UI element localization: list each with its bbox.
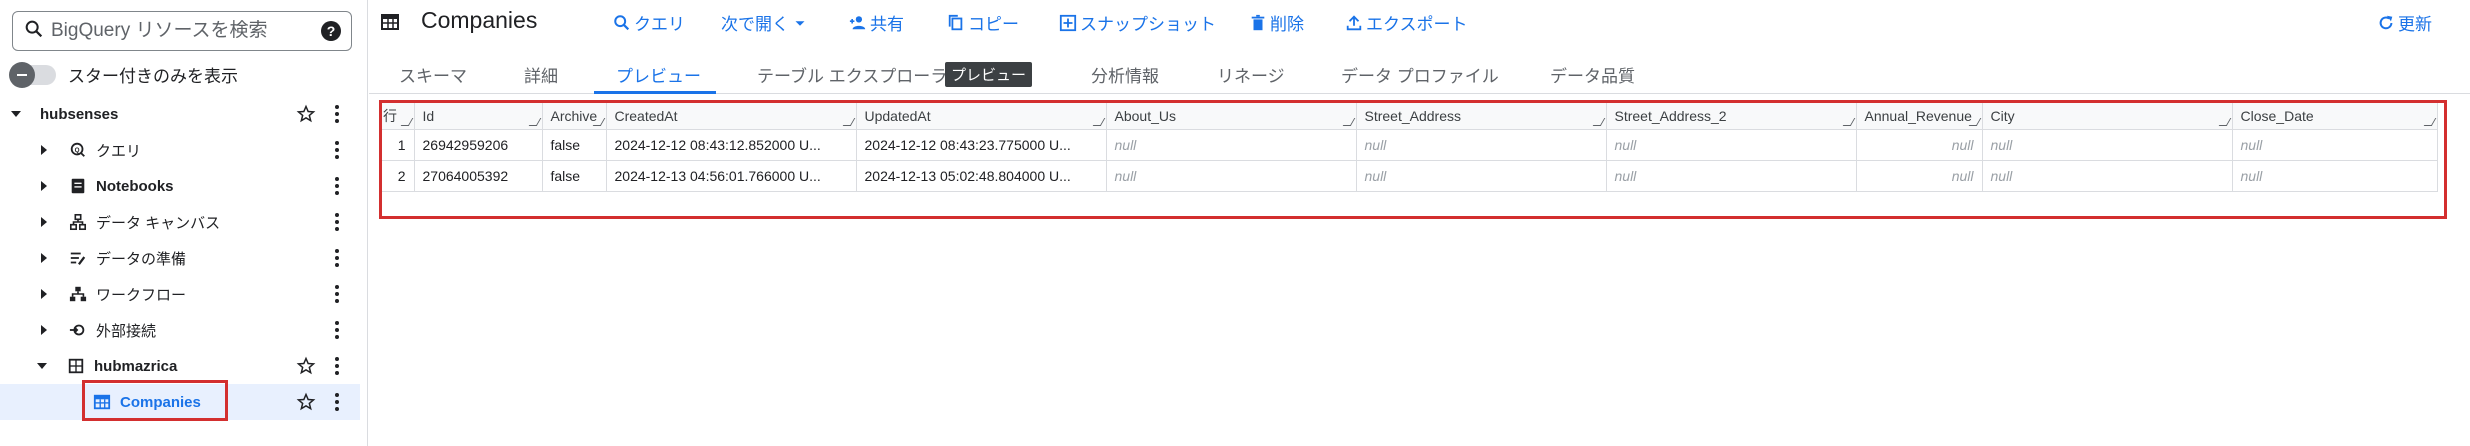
tab-insights[interactable]: 分析情報 — [1091, 62, 1159, 87]
expand-down-icon[interactable] — [10, 108, 22, 120]
tab-data-profile[interactable]: データ プロファイル — [1341, 62, 1499, 87]
tab-lineage[interactable]: リネージ — [1217, 62, 1285, 87]
dataset-icon — [66, 356, 86, 376]
tree-item-label: データの準備 — [96, 250, 187, 268]
tree-item-label: データ キャンバス — [96, 214, 221, 232]
highlight-box-table — [82, 380, 228, 421]
refresh-button[interactable]: 更新 — [2377, 10, 2432, 35]
trash-icon — [1251, 14, 1265, 30]
snapshot-label: スナップショット — [1080, 15, 1216, 34]
tab-schema[interactable]: スキーマ — [399, 62, 467, 87]
tree-item-notebooks[interactable]: Notebooks — [0, 168, 360, 204]
more-options-icon[interactable] — [332, 284, 342, 304]
external-connection-icon — [68, 320, 88, 340]
search-input[interactable] — [51, 20, 321, 42]
delete-button[interactable]: 削除 — [1249, 10, 1304, 35]
tree-item-workflows[interactable]: ワークフロー — [0, 276, 360, 312]
copy-icon — [948, 14, 963, 30]
tab-table-explorer[interactable]: テーブル エクスプローラ — [757, 62, 947, 87]
more-options-icon[interactable] — [332, 176, 342, 196]
starred-only-label: スター付きのみを表示 — [68, 67, 238, 86]
star-icon[interactable] — [296, 392, 316, 412]
tab-details[interactable]: 詳細 — [524, 62, 558, 87]
share-button[interactable]: 共有 — [849, 10, 904, 35]
more-options-icon[interactable] — [332, 212, 342, 232]
delete-label: 削除 — [1270, 15, 1304, 34]
tree-item-project[interactable]: hubsenses — [0, 96, 360, 132]
tree-item-label: ワークフロー — [96, 286, 187, 304]
tree-item-data-canvas[interactable]: データ キャンバス — [0, 204, 360, 240]
tree-item-external-connections[interactable]: 外部接続 — [0, 312, 360, 348]
export-label: エクスポート — [1366, 15, 1468, 34]
expand-right-icon[interactable] — [38, 180, 50, 192]
more-options-icon[interactable] — [332, 248, 342, 268]
expand-right-icon[interactable] — [38, 252, 50, 264]
snapshot-button[interactable]: スナップショット — [1059, 10, 1216, 35]
table-icon — [381, 14, 399, 30]
dropdown-arrow-icon — [795, 20, 805, 26]
open-with-label: 次で開く — [721, 15, 789, 34]
copy-button[interactable]: コピー — [947, 10, 1019, 35]
expand-right-icon[interactable] — [38, 216, 50, 228]
page-title: Companies — [421, 7, 538, 33]
tree-item-queries[interactable]: Q クエリ — [0, 132, 360, 168]
more-options-icon[interactable] — [332, 392, 342, 412]
main-panel: Companies クエリ 次で開く 共有 コピー スナップショット 削除 エク… — [369, 0, 2470, 446]
data-prep-icon — [68, 248, 88, 268]
more-options-icon[interactable] — [332, 140, 342, 160]
share-label: 共有 — [870, 15, 904, 34]
svg-text:Q: Q — [75, 147, 80, 154]
tab-bar: スキーマ 詳細 プレビュー テーブル エクスプローラ プレビュー 分析情報 リネ… — [369, 54, 2470, 94]
notebook-icon — [68, 176, 88, 196]
search-icon — [23, 18, 45, 45]
active-tab-indicator — [594, 91, 716, 94]
dataset-label: hubmazrica — [94, 357, 178, 375]
tree-item-label: Notebooks — [96, 177, 174, 195]
expand-right-icon[interactable] — [38, 288, 50, 300]
star-icon[interactable] — [296, 356, 316, 376]
workflow-icon — [68, 284, 88, 304]
help-icon[interactable]: ? — [321, 21, 341, 41]
copy-label: コピー — [968, 15, 1019, 34]
project-label: hubsenses — [40, 105, 119, 123]
tree-item-data-preparation[interactable]: データの準備 — [0, 240, 360, 276]
tab-preview[interactable]: プレビュー — [616, 62, 701, 87]
query-button-label: クエリ — [634, 15, 685, 34]
more-options-icon[interactable] — [332, 356, 342, 376]
expand-down-icon[interactable] — [36, 360, 48, 372]
expand-right-icon[interactable] — [38, 324, 50, 336]
refresh-icon — [2379, 15, 2393, 29]
query-icon: Q — [68, 140, 88, 160]
tree-item-dataset[interactable]: hubmazrica — [0, 348, 360, 384]
star-icon[interactable] — [296, 104, 316, 124]
preview-badge: プレビュー — [945, 62, 1033, 87]
tab-data-quality[interactable]: データ品質 — [1550, 62, 1635, 87]
data-canvas-icon — [68, 212, 88, 232]
explorer-panel: ? スター付きのみを表示 hubsenses Q クエリ Notebooks デ… — [0, 0, 368, 446]
starred-only-toggle[interactable]: スター付きのみを表示 — [9, 61, 238, 88]
expand-right-icon[interactable] — [38, 144, 50, 156]
search-icon — [614, 14, 630, 30]
more-options-icon[interactable] — [332, 320, 342, 340]
tree-item-label: 外部接続 — [96, 322, 157, 340]
toolbar: Companies クエリ 次で開く 共有 コピー スナップショット 削除 エク… — [369, 0, 2470, 44]
open-with-button[interactable]: 次で開く — [721, 10, 812, 35]
person-add-icon — [849, 15, 866, 29]
toggle-switch[interactable] — [9, 61, 56, 88]
refresh-label: 更新 — [2398, 15, 2432, 34]
snapshot-icon — [1059, 14, 1077, 31]
resource-search-box[interactable]: ? — [12, 11, 352, 51]
more-options-icon[interactable] — [332, 104, 342, 124]
tree-item-label: クエリ — [96, 142, 142, 160]
upload-icon — [1346, 14, 1362, 30]
highlight-box-preview — [379, 100, 2447, 219]
query-button[interactable]: クエリ — [613, 10, 685, 35]
export-button[interactable]: エクスポート — [1345, 10, 1468, 35]
